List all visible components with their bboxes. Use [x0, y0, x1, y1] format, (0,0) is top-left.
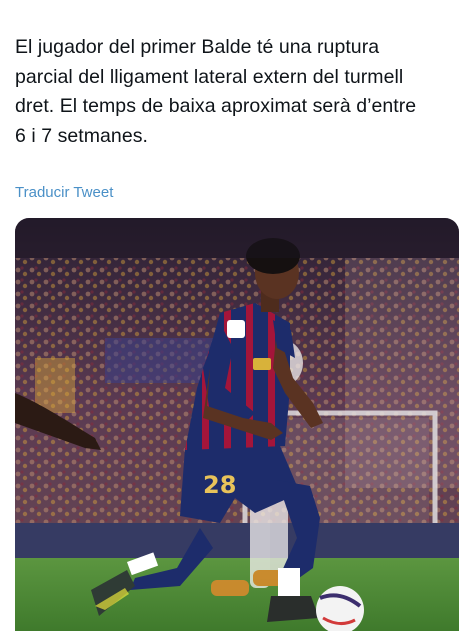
- translate-tweet-link[interactable]: Traducir Tweet: [15, 184, 113, 201]
- tweet-text-line: 6 i 7 setmanes.: [15, 124, 148, 147]
- player-photo: 28: [15, 218, 459, 631]
- tweet-text-line: dret. El temps de baixa aproximat serà d…: [15, 95, 417, 117]
- tweet-text-line: El jugador del primer Balde té una ruptu…: [15, 36, 380, 58]
- tweet-text: El jugador del primer Balde té una ruptu…: [15, 33, 465, 151]
- tweet-text-line: parcial del lligament lateral extern del…: [15, 65, 404, 88]
- jersey-number: 28: [203, 471, 236, 499]
- tweet-media-photo[interactable]: 28: [15, 218, 459, 631]
